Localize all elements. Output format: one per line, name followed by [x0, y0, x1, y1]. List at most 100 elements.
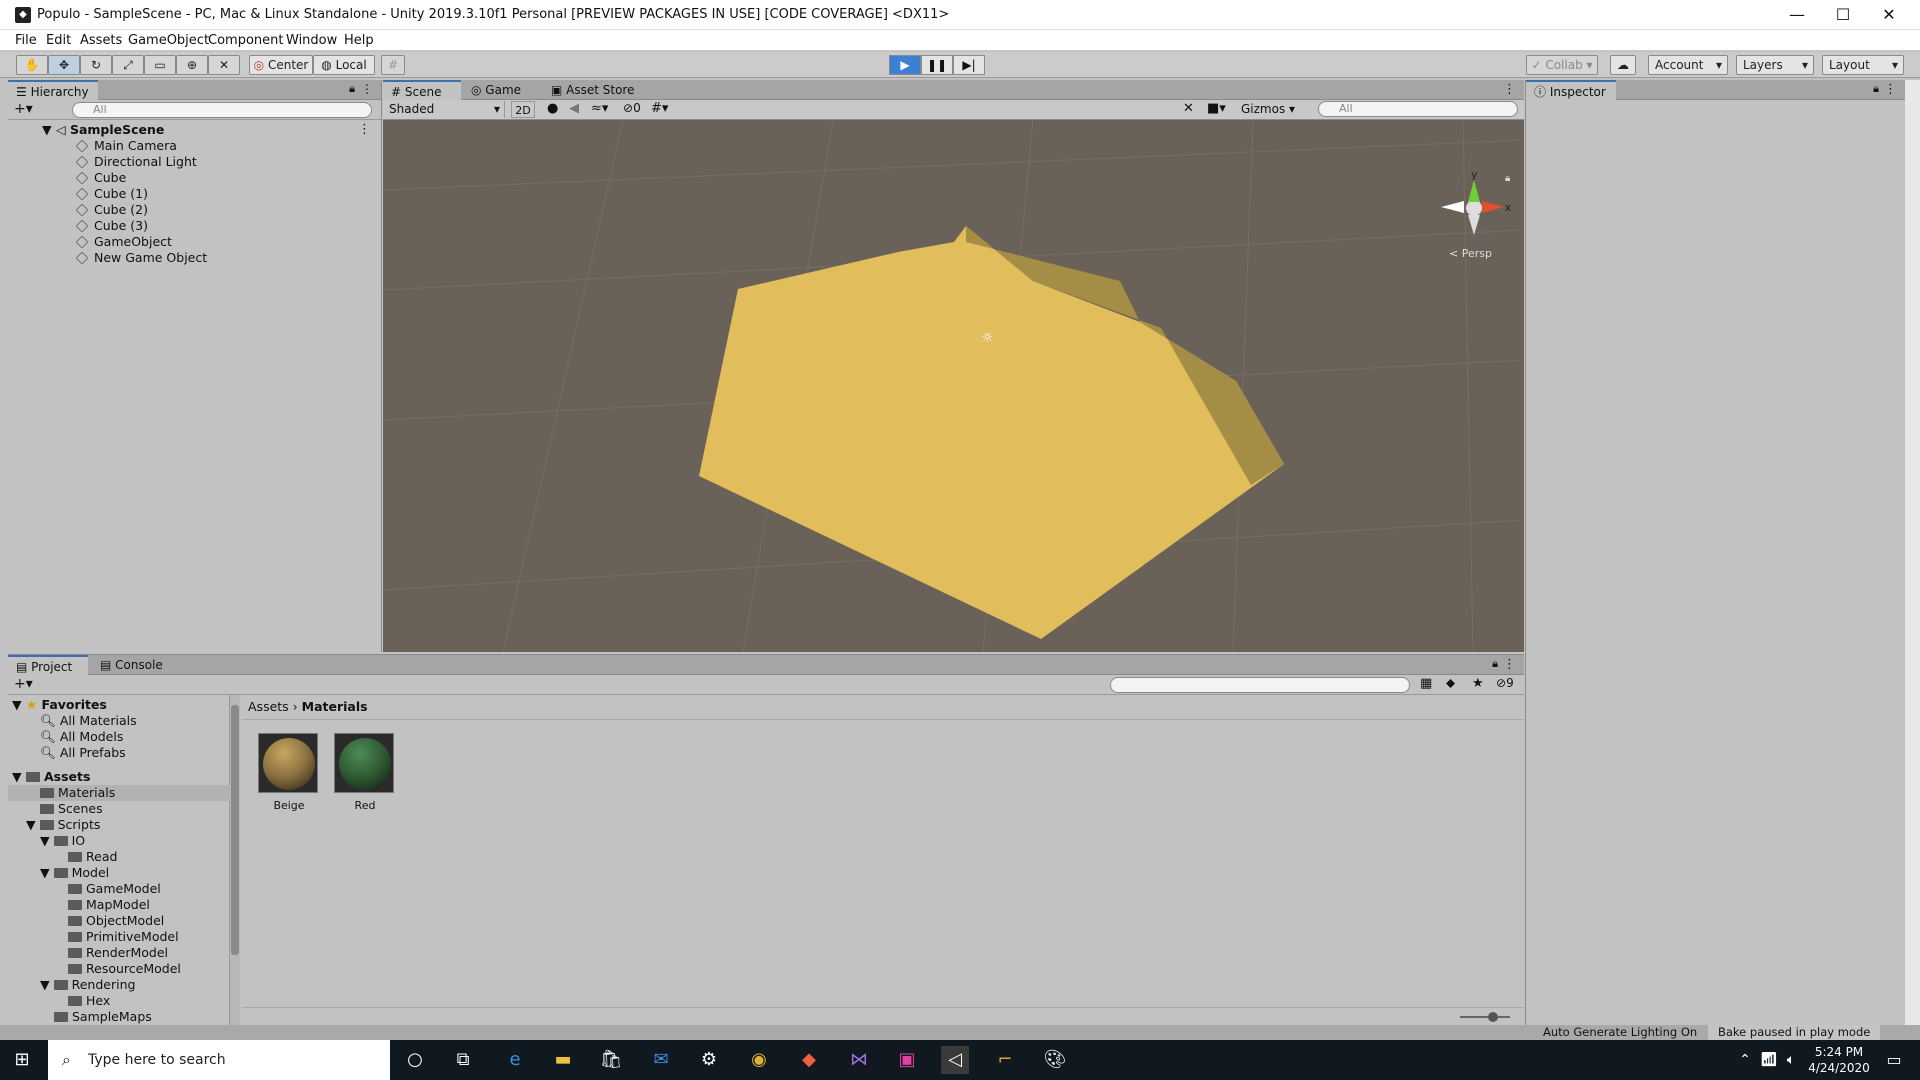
search-by-label-icon[interactable]: ⬥ [1446, 676, 1455, 691]
mail-icon[interactable]: ✉ [647, 1046, 675, 1074]
pivot-center-button[interactable]: ◎ Center [249, 55, 313, 75]
tab-console[interactable]: ▤ Console [92, 655, 171, 675]
paint-icon[interactable]: 🎨︎ [1041, 1046, 1069, 1074]
lighting-toggle-icon[interactable]: ● [547, 101, 558, 116]
layers-dropdown[interactable]: Layers ▾ [1736, 55, 1814, 75]
store-icon[interactable]: 🛍︎ [597, 1046, 625, 1074]
clock[interactable]: 5:24 PM 4/24/2020 [1804, 1044, 1874, 1076]
tab-project[interactable]: ▤ Project [8, 655, 88, 675]
hierarchy-item[interactable]: Directional Light [75, 154, 197, 170]
material-item[interactable]: Red [334, 733, 396, 812]
project-kebab-icon[interactable]: ⋮ [1503, 657, 1516, 672]
tree-item-scripts[interactable]: ▼ Scripts [26, 817, 100, 833]
perspective-label[interactable]: < Persp [1449, 247, 1492, 260]
camera-icon[interactable]: ■▾ [1207, 101, 1226, 116]
move-tool-icon[interactable]: ✥ [48, 55, 80, 75]
menu-window[interactable]: Window [286, 33, 337, 48]
scale-tool-icon[interactable]: ⤢ [112, 55, 144, 75]
tree-item-hex[interactable]: Hex [68, 993, 110, 1009]
lighting-status[interactable]: Auto Generate Lighting On [1543, 1025, 1697, 1039]
assets-row[interactable]: ▼ Assets [12, 769, 90, 785]
tree-item-rendering[interactable]: ▼ Rendering [40, 977, 135, 993]
shading-mode-dropdown[interactable]: Shaded ▾ [385, 101, 505, 118]
pause-button[interactable]: ❚❚ [921, 55, 953, 75]
git-icon[interactable]: ◆ [795, 1046, 823, 1074]
tab-inspector[interactable]: ⓘ Inspector [1526, 80, 1616, 100]
account-dropdown[interactable]: Account ▾ [1648, 55, 1728, 75]
edge-icon[interactable]: e [501, 1046, 529, 1074]
transform-tool-icon[interactable]: ⊕ [176, 55, 208, 75]
rotate-tool-icon[interactable]: ↻ [80, 55, 112, 75]
chrome-icon[interactable]: ◉ [745, 1046, 773, 1074]
snap-grid-icon[interactable]: # [381, 55, 405, 75]
menu-assets[interactable]: Assets [80, 33, 122, 48]
menu-gameobject[interactable]: GameObject [128, 33, 209, 48]
gizmo-lock-icon[interactable]: 🔒︎ [1505, 173, 1510, 184]
tree-item-read[interactable]: Read [68, 849, 117, 865]
2d-toggle[interactable]: 2D [511, 101, 535, 118]
steam-icon[interactable]: ⚙ [695, 1046, 723, 1074]
add-icon[interactable]: +▾ [14, 101, 33, 117]
visual-studio-icon[interactable]: ⋈ [845, 1046, 873, 1074]
hierarchy-item[interactable]: Cube (3) [75, 218, 148, 234]
tree-item-materials[interactable]: Materials [8, 785, 230, 801]
tree-item-samplemaps[interactable]: SampleMaps [54, 1009, 152, 1025]
favorites-item[interactable]: 🔍︎ All Prefabs [40, 745, 126, 761]
cloud-icon[interactable]: ☁ [1610, 55, 1636, 75]
inspector-kebab-icon[interactable]: ⋮ [1884, 82, 1897, 97]
scene-kebab-icon[interactable]: ⋮ [1503, 82, 1516, 97]
kebab-menu-icon[interactable]: ⋮ [361, 82, 373, 96]
breadcrumb-root[interactable]: Assets [248, 699, 289, 714]
scene-menu-icon[interactable]: ⋮ [358, 122, 371, 137]
hierarchy-item[interactable]: Cube (2) [75, 202, 148, 218]
hidden-objects-toggle[interactable]: ⊘0 [623, 101, 641, 115]
rect-tool-icon[interactable]: ▭ [144, 55, 176, 75]
tab-asset-store[interactable]: ▣ Asset Store [543, 80, 643, 100]
file-explorer-icon[interactable]: ▬ [549, 1046, 577, 1074]
tree-item-io[interactable]: ▼ IO [40, 833, 85, 849]
effects-toggle-icon[interactable]: ≈▾ [591, 101, 608, 116]
collab-button[interactable]: ✓ Collab ▾ [1526, 55, 1598, 75]
app-taskbar-icon[interactable]: ⌐ [991, 1046, 1019, 1074]
favorites-item[interactable]: 🔍︎ All Materials [40, 713, 137, 729]
tree-item-model-child[interactable]: MapModel [68, 897, 150, 913]
close-button[interactable]: ✕ [1866, 0, 1912, 30]
search-by-type-icon[interactable]: ▦ [1420, 676, 1432, 691]
hierarchy-item[interactable]: Cube (1) [75, 186, 148, 202]
tree-scrollbar[interactable] [230, 695, 240, 1026]
favorites-item[interactable]: 🔍︎ All Models [40, 729, 123, 745]
tree-item-model-child[interactable]: RenderModel [68, 945, 168, 961]
tab-game[interactable]: ◎ Game [463, 80, 529, 100]
tree-item-scenes[interactable]: Scenes [40, 801, 103, 817]
cortana-icon[interactable]: ○ [401, 1046, 429, 1074]
breadcrumb-current[interactable]: Materials [302, 699, 368, 714]
material-item[interactable]: Beige [258, 733, 320, 812]
step-button[interactable]: ▶| [953, 55, 985, 75]
project-lock-icon[interactable]: 🔒︎ [1492, 657, 1498, 671]
favorite-star-icon[interactable]: ★ [1472, 676, 1484, 691]
grid-toggle-icon[interactable]: #▾ [651, 101, 668, 116]
hierarchy-item[interactable]: New Game Object [75, 250, 207, 266]
scene-viewport[interactable]: ☼ y x < Persp 🔒︎ [383, 120, 1524, 652]
scene-row[interactable]: ▼ ◁ SampleScene [42, 122, 164, 138]
menu-component[interactable]: Component [208, 33, 283, 48]
play-button[interactable]: ▶ [889, 55, 921, 75]
project-search-input[interactable] [1110, 677, 1410, 693]
pivot-space-button[interactable]: ◍ Local [313, 55, 375, 75]
notification-icon[interactable]: ▭ [1880, 1046, 1908, 1074]
tree-item-model-child[interactable]: PrimitiveModel [68, 929, 179, 945]
menu-help[interactable]: Help [344, 33, 374, 48]
taskbar-search-box[interactable]: ⌕ Type here to search [48, 1040, 390, 1080]
menu-edit[interactable]: Edit [46, 33, 71, 48]
maximize-button[interactable]: ☐ [1820, 0, 1866, 30]
minimize-button[interactable]: — [1774, 0, 1820, 30]
hierarchy-item[interactable]: GameObject [75, 234, 172, 250]
scene-search-input[interactable]: All [1318, 101, 1518, 117]
hand-tool-icon[interactable]: ✋ [16, 55, 48, 75]
hierarchy-item[interactable]: Main Camera [75, 138, 177, 154]
tree-item-model-child[interactable]: ResourceModel [68, 961, 181, 977]
tree-item-model-child[interactable]: GameModel [68, 881, 161, 897]
tools-icon[interactable]: ✕ [1183, 101, 1194, 116]
project-add-icon[interactable]: +▾ [14, 676, 33, 692]
favorites-row[interactable]: ▼ ★ Favorites [12, 697, 107, 713]
